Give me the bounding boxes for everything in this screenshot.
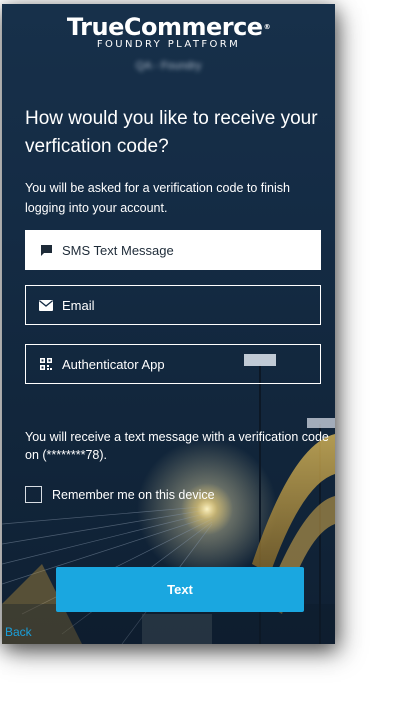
remember-me-label: Remember me on this device [52, 487, 215, 502]
brand-name: TrueCommerce® [2, 14, 335, 40]
brand-subtitle: FOUNDRY PLATFORM [96, 39, 241, 50]
authenticator-app-option-label: Authenticator App [62, 356, 165, 372]
authenticator-app-option-button[interactable]: Authenticator App [25, 344, 321, 384]
remember-me-row: Remember me on this device [25, 486, 215, 503]
send-text-button[interactable]: Text [56, 567, 304, 612]
envelope-icon [39, 298, 53, 312]
brand-name-text: TrueCommerce [66, 13, 263, 41]
page-title: How would you like to receive your verfi… [25, 108, 318, 157]
tenant-name: QA - Foundry [135, 60, 202, 72]
instruction-text: You will be asked for a verification cod… [25, 181, 290, 215]
chat-bubble-icon [39, 243, 53, 257]
trademark-symbol: ® [263, 23, 271, 31]
sms-option-label: SMS Text Message [62, 242, 174, 258]
verification-info-text: You will receive a text message with a v… [25, 430, 329, 462]
remember-me-checkbox[interactable] [25, 486, 42, 503]
brand-logo: TrueCommerce® FOUNDRY PLATFORM [2, 14, 335, 51]
email-option-label: Email [62, 297, 95, 313]
mobile-screen: TrueCommerce® FOUNDRY PLATFORM QA - Foun… [2, 4, 335, 644]
sms-option-button[interactable]: SMS Text Message [25, 230, 321, 270]
qr-code-icon [39, 357, 53, 371]
page-canvas: TrueCommerce® FOUNDRY PLATFORM QA - Foun… [0, 0, 402, 702]
email-option-button[interactable]: Email [25, 285, 321, 325]
back-link[interactable]: Back [5, 625, 32, 639]
